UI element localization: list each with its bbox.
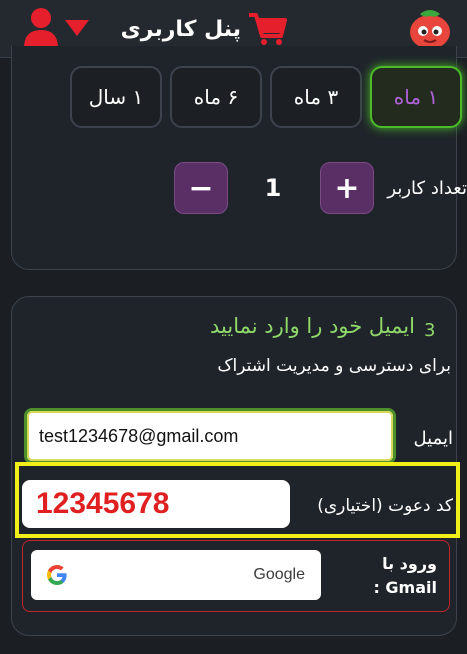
step-subtitle: برای دسترسی و مدیریت اشتراک [217, 356, 451, 376]
user-icon [24, 8, 58, 48]
caret-down-icon [65, 20, 89, 36]
invite-code-label: کد دعوت (اختیاری) [317, 496, 453, 516]
page-title: پنل کاربری [120, 16, 241, 42]
step-title: ایمیل خود را وارد نمایید [210, 314, 415, 338]
user-count-label: تعداد کاربر [387, 178, 467, 199]
duration-option-6-months[interactable]: ۶ ماه [170, 66, 262, 128]
duration-option-3-months[interactable]: ۳ ماه [270, 66, 362, 128]
cart-icon [249, 13, 287, 45]
step-number: 3 [424, 320, 436, 341]
google-button-label: Google [253, 566, 305, 583]
invite-code-input[interactable] [22, 480, 290, 528]
email-label: ایمیل [413, 428, 453, 449]
duration-option-1-month[interactable]: ۱ ماه [370, 66, 462, 128]
user-count-value: 1 [264, 174, 282, 202]
increment-button[interactable]: + [320, 162, 374, 214]
email-input[interactable] [24, 408, 396, 464]
brand: پنل کاربری [121, 12, 287, 46]
decrement-button[interactable]: − [174, 162, 228, 214]
user-menu-button[interactable] [22, 6, 90, 50]
duration-option-1-year[interactable]: ۱ سال [70, 66, 162, 128]
google-signin-button[interactable]: Google [31, 550, 321, 600]
gmail-login-label: ورود با Gmail : [373, 554, 437, 597]
tomato-logo-icon[interactable] [406, 4, 454, 52]
google-icon [47, 565, 67, 585]
